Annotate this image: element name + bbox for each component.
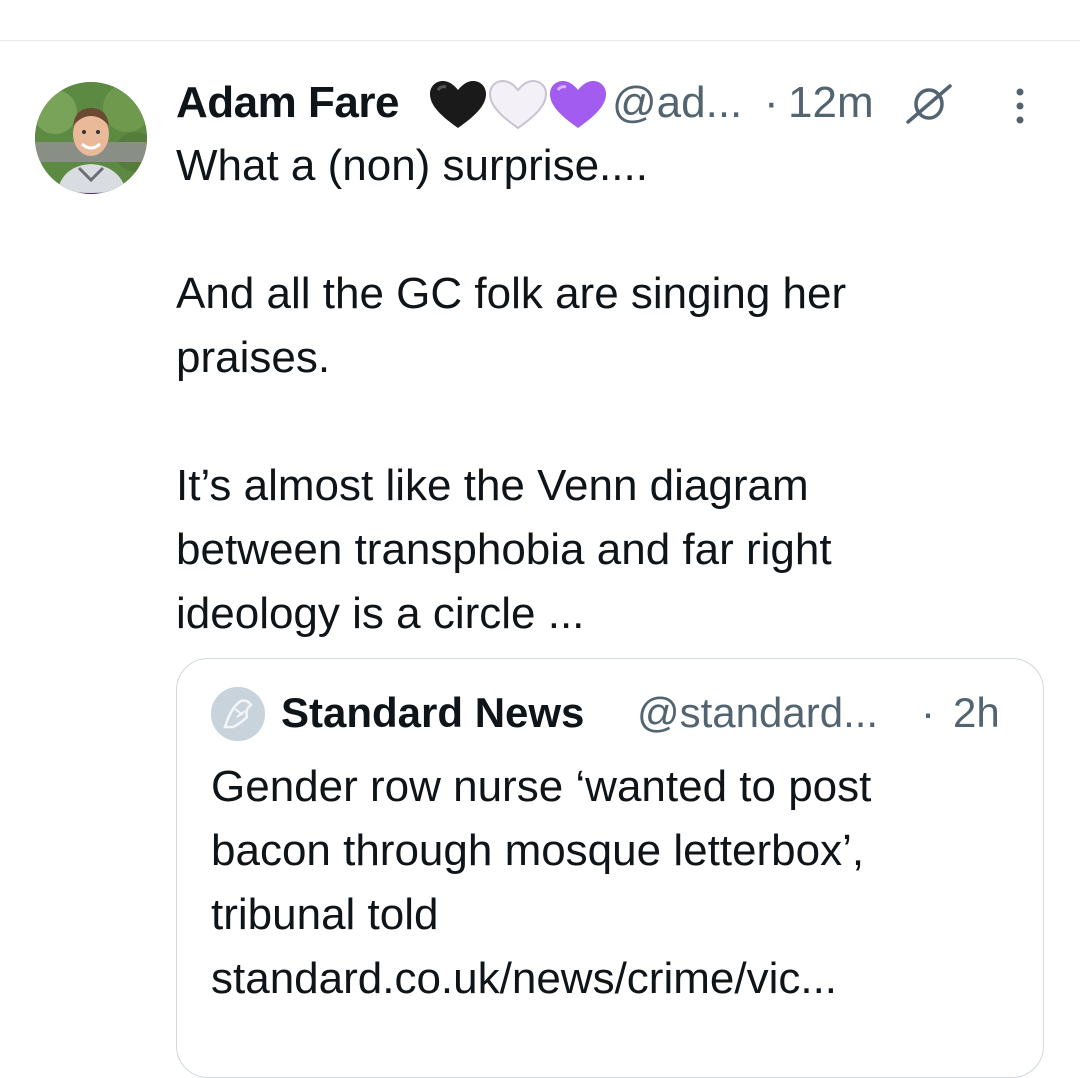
tweet-paragraph: What a (non) surprise.... <box>176 141 648 190</box>
tweet-timestamp[interactable]: 12m <box>788 78 874 128</box>
tweet-paragraph: And all the GC folk are singing her prai… <box>176 269 847 382</box>
quoted-tweet-card[interactable]: Standard News @standard... · 2h Gender r… <box>176 658 1044 1078</box>
black-heart-icon <box>430 81 486 128</box>
separator-dot: · <box>921 689 935 736</box>
divider <box>0 40 1080 41</box>
muted-conversation-icon <box>904 82 954 131</box>
tweet-body: What a (non) surprise.... And all the GC… <box>176 134 1036 646</box>
more-options-icon[interactable] <box>1012 86 1028 131</box>
quoted-author-name[interactable]: Standard News <box>281 689 584 737</box>
author-handle[interactable]: @ad... <box>612 78 742 128</box>
author-avatar[interactable] <box>35 82 147 194</box>
quoted-author-avatar <box>211 687 265 741</box>
quoted-tweet-text: Gender row nurse ‘wanted to post bacon t… <box>211 762 872 1003</box>
tweet-header: Adam Fare @ad... · 12m <box>176 76 1066 132</box>
tweet-paragraph: It’s almost like the Venn diagram betwee… <box>176 461 832 638</box>
white-heart-icon <box>488 79 548 130</box>
purple-heart-icon <box>550 81 606 128</box>
separator-dot: · <box>764 78 779 127</box>
author-name[interactable]: Adam Fare <box>176 78 399 128</box>
quoted-tweet-timestamp[interactable]: 2h <box>953 689 1000 737</box>
author-emoji-badges <box>428 79 608 132</box>
quoted-author-handle[interactable]: @standard... <box>637 689 878 737</box>
